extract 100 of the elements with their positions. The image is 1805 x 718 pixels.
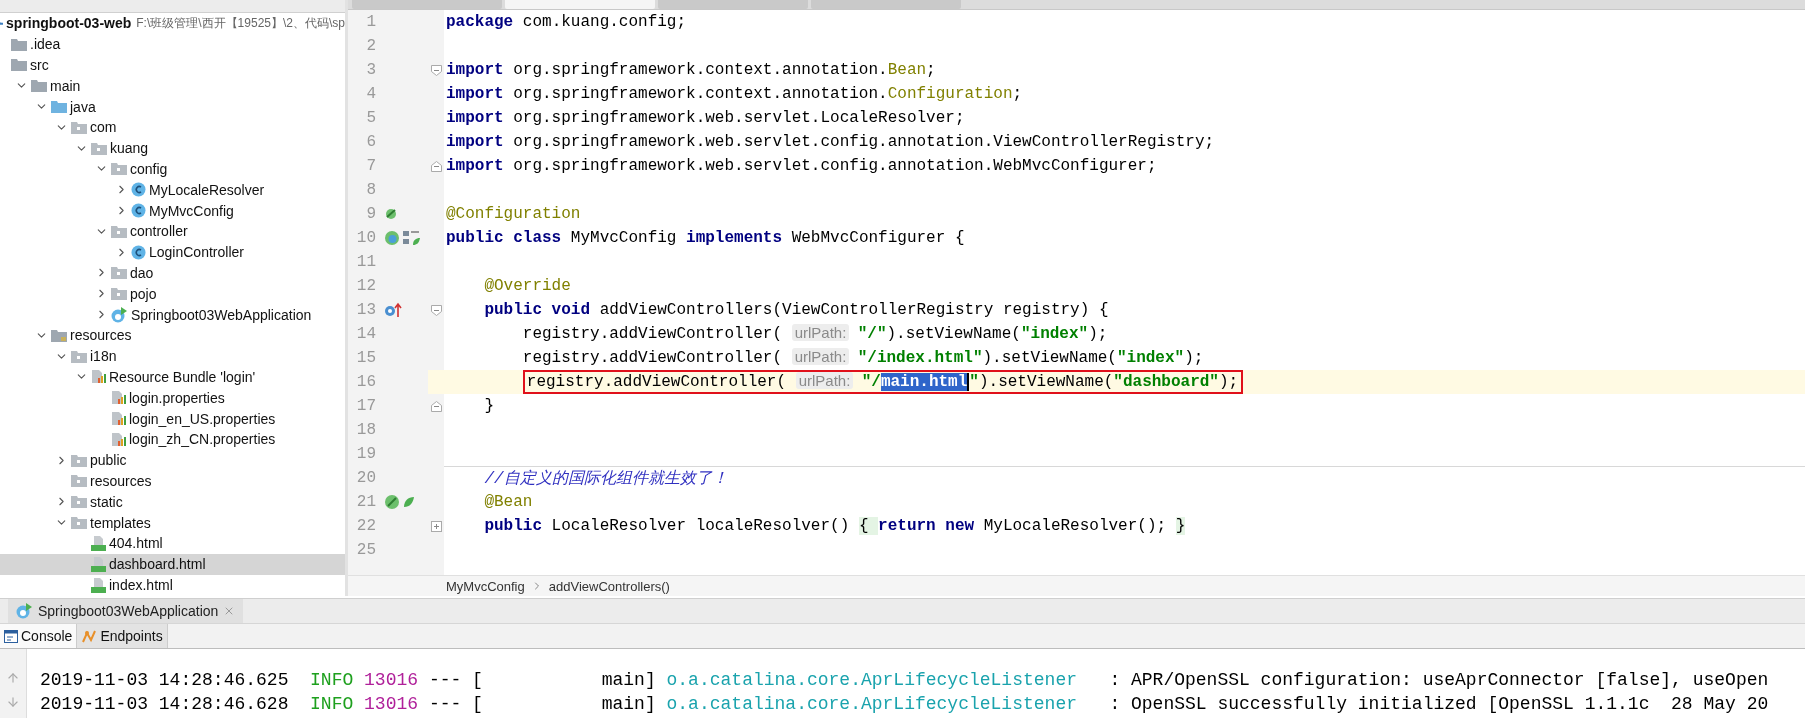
fold-marker-icon[interactable]	[430, 400, 442, 412]
line-number: 8	[365, 180, 376, 201]
breadcrumb-item[interactable]: addViewControllers()	[548, 578, 670, 594]
code-line: @Configuration	[446, 204, 581, 224]
code-line: @Bean	[484, 492, 533, 512]
line-number: 7	[365, 156, 376, 177]
class-icon	[131, 244, 146, 260]
folder-icon	[91, 141, 107, 155]
tree-item[interactable]: Resource Bundle 'login'	[109, 368, 256, 385]
tree-item[interactable]: login_en_US.properties	[129, 410, 276, 427]
line-number: 25	[355, 540, 376, 561]
folder-icon	[71, 495, 87, 509]
html-file-icon	[91, 556, 106, 573]
tree-item[interactable]: index.html	[109, 576, 173, 593]
log-timestamp: 2019-11-03 14:28:46.628	[40, 694, 289, 714]
log-separator: ---	[428, 670, 462, 690]
fold-marker-icon[interactable]	[430, 160, 442, 172]
code-line: import org.springframework.web.servlet.config.annotation.ViewControllerRegistry;	[446, 132, 1215, 152]
log-thread: [ main]	[472, 670, 656, 690]
line-number: 17	[355, 396, 376, 417]
tree-item[interactable]: i18n	[90, 348, 117, 365]
tool-tab[interactable]: Console	[0, 624, 78, 648]
run-tab[interactable]: Springboot03WebApplication	[8, 599, 244, 623]
code-line: registry.addViewController( urlPath: "/main.html").setViewName("dashboard");	[526, 372, 1239, 392]
html-file-icon	[91, 535, 106, 552]
tree-item[interactable]: resources	[70, 327, 132, 344]
tool-tab[interactable]: Endpoints	[77, 624, 168, 648]
log-level: INFO	[310, 670, 354, 690]
project-path: F:\班级管理\西开【19525】\2、代码\sp	[136, 14, 345, 32]
tree-item[interactable]: login_zh_CN.properties	[129, 431, 276, 448]
line-number: 12	[355, 276, 376, 297]
tree-item[interactable]: login.properties	[129, 389, 225, 406]
leaf-icon[interactable]	[403, 496, 415, 508]
tree-item[interactable]: controller	[130, 223, 188, 240]
line-number: 21	[355, 492, 376, 513]
log-level: INFO	[310, 694, 354, 714]
folder-icon	[51, 100, 67, 114]
code-line: registry.addViewController( urlPath: "/index.html").setViewName("index");	[522, 348, 1204, 368]
properties-icon	[111, 411, 126, 427]
spring-bean-icon[interactable]	[384, 494, 400, 510]
code-line: public void addViewControllers(ViewControllerRegistry registry) {	[484, 300, 1109, 320]
tree-item[interactable]: templates	[90, 514, 151, 531]
tree-item[interactable]: static	[90, 493, 123, 510]
properties-icon	[111, 390, 126, 406]
line-number: 16	[355, 372, 376, 393]
tree-item[interactable]: dao	[130, 264, 154, 281]
line-number: 14	[355, 324, 376, 345]
line-number: 19	[355, 444, 376, 465]
selected-tree-row[interactable]: dashboard.html	[0, 553, 345, 575]
log-thread: [ main]	[472, 694, 656, 714]
spring-class-icon[interactable]	[384, 230, 400, 246]
html-file-icon	[91, 576, 106, 593]
tree-item[interactable]: Springboot03WebApplication	[131, 306, 312, 323]
tree-item[interactable]: LoginController	[149, 244, 244, 261]
fold-marker-icon[interactable]	[430, 304, 442, 316]
code-line: @Override	[484, 276, 571, 296]
console-icon	[4, 629, 18, 643]
breadcrumb-item[interactable]: MyMvcConfig	[446, 578, 525, 594]
tree-item[interactable]: com	[90, 119, 117, 136]
line-number: 15	[355, 348, 376, 369]
tree-item[interactable]: java	[70, 98, 96, 115]
line-number: 10	[355, 228, 376, 249]
expand-fold-icon[interactable]	[430, 520, 442, 532]
log-logger: o.a.catalina.core.AprLifecycleListener	[666, 670, 1077, 690]
tree-item[interactable]: springboot-03-web	[6, 15, 132, 32]
tree-item[interactable]: config	[130, 160, 168, 177]
tree-item[interactable]: MyMvcConfig	[149, 202, 234, 219]
log-message: : APR/OpenSSL configuration: useAprConnector [false], useOpen	[1109, 670, 1769, 690]
tree-item[interactable]: resources	[90, 472, 152, 489]
spring-app-icon	[16, 603, 33, 619]
tree-item[interactable]: kuang	[110, 140, 149, 157]
folder-icon	[111, 287, 127, 301]
spring-app-icon	[111, 306, 128, 323]
tree-item[interactable]: 404.html	[109, 535, 163, 552]
code-line: //自定义的国际化组件就生效了！	[484, 468, 728, 489]
properties-icon	[91, 369, 106, 385]
code-line: registry.addViewController( urlPath: "/").setViewName("index");	[522, 324, 1108, 344]
endpoints-icon	[81, 628, 98, 644]
tree-item[interactable]: main	[50, 77, 81, 94]
tree-item[interactable]: public	[90, 452, 127, 469]
line-number: 18	[355, 420, 376, 441]
line-number: 22	[355, 516, 376, 537]
bean-list-icon[interactable]	[403, 230, 421, 246]
folder-icon	[11, 58, 27, 72]
override-icon[interactable]	[384, 302, 402, 318]
line-number: 5	[365, 108, 376, 129]
line-number: 20	[355, 468, 376, 489]
code-line: import org.springframework.context.annotation.Configuration;	[446, 84, 1023, 104]
code-line: }	[484, 396, 494, 416]
line-number: 11	[355, 252, 376, 273]
tree-item[interactable]: dashboard.html	[109, 556, 206, 573]
fold-marker-icon[interactable]	[430, 64, 442, 76]
tree-item[interactable]: pojo	[130, 285, 157, 302]
folder-icon	[71, 474, 87, 488]
line-number: 9	[365, 204, 376, 225]
tree-item[interactable]: .idea	[30, 36, 61, 53]
tree-item[interactable]: MyLocaleResolver	[149, 181, 265, 198]
folder-icon	[111, 224, 127, 238]
spring-bean-icon[interactable]	[384, 207, 398, 221]
tree-item[interactable]: src	[30, 57, 49, 73]
